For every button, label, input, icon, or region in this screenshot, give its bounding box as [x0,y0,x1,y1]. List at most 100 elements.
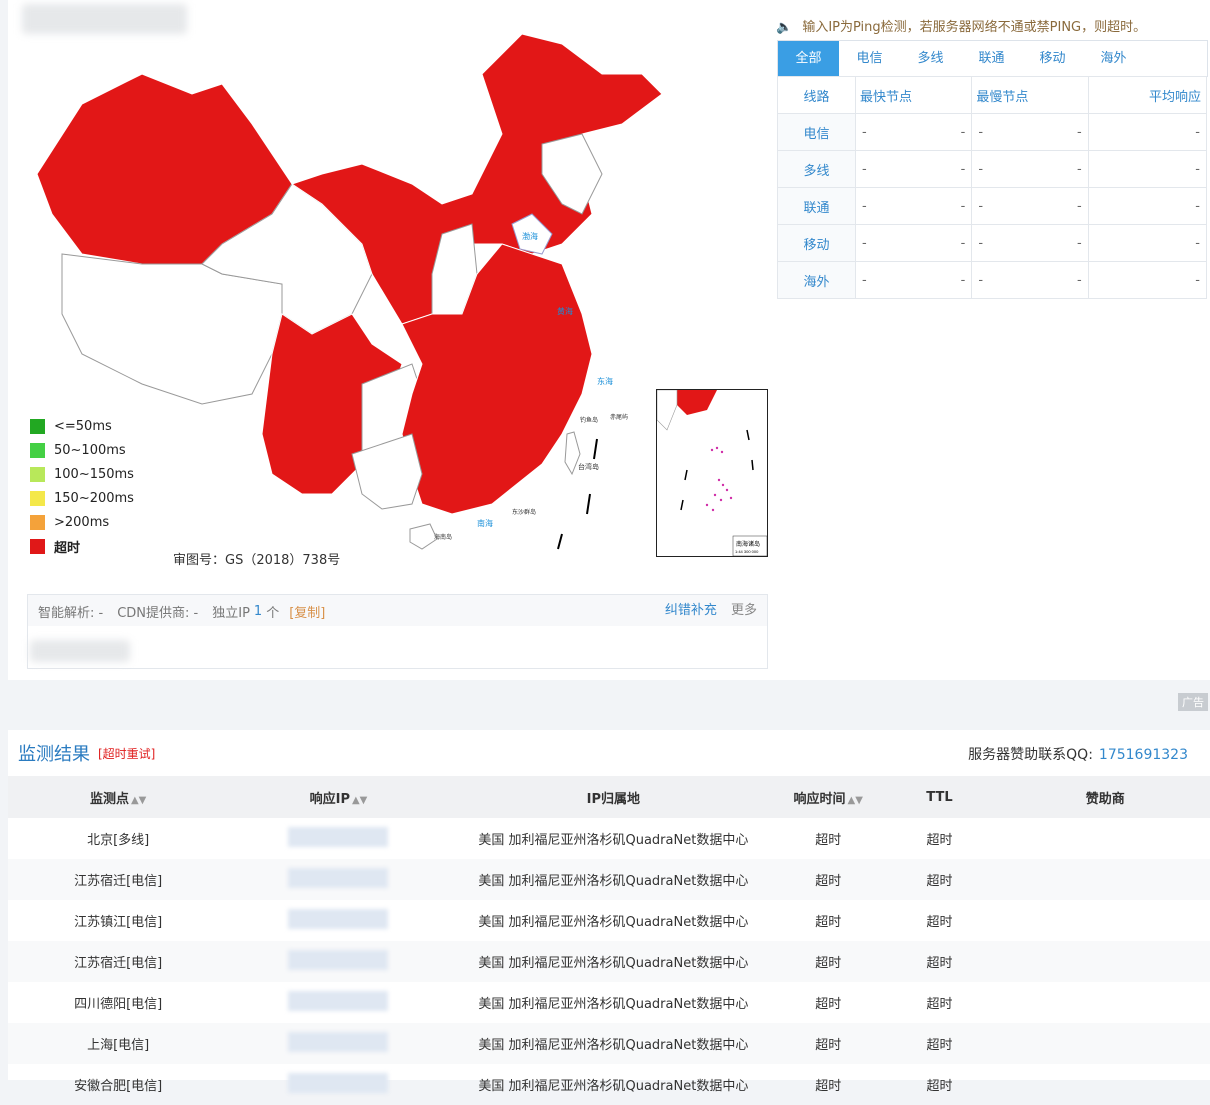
isp-tabs: 全部 电信 多线 联通 移动 海外 [777,40,1208,77]
result-table: 监测点 ▲▼ 响应IP ▲▼ IP归属地 响应时间 ▲▼ TTL 赞助商 北京[多线]… [8,776,1210,1105]
table-row: 上海[电信] 美国 加利福尼亚州洛杉矶QuadraNet数据中心 超时 超时 [8,1023,1210,1064]
sponsor-qq[interactable]: 1751691323 [1099,747,1188,763]
table-row: 四川德阳[电信] 美国 加利福尼亚州洛杉矶QuadraNet数据中心 超时 超时 [8,982,1210,1023]
response-ip [228,859,449,900]
response-ip [228,900,448,941]
legend-swatch [30,538,45,554]
blurred-ip [288,867,389,888]
stats-header-fastest: 最快节点 [854,76,973,114]
stats-header-average: 平均响应 [1087,76,1208,114]
sort-icon: ▲▼ [351,794,368,806]
sponsor [1001,818,1210,859]
stats-fastest: -- [854,224,973,262]
monitor-point: 江苏镇江[电信] [74,915,163,930]
stats-fastest: -- [854,113,973,151]
table-row: 北京[多线] 美国 加利福尼亚州洛杉矶QuadraNet数据中心 超时 超时 [8,818,1210,859]
ip-location: 美国 加利福尼亚州洛杉矶QuadraNet数据中心 [448,941,779,982]
sponsor-contact: 服务器赞助联系QQ: 1751691323 [968,744,1188,764]
stats-fastest: -- [854,187,973,225]
col-monitor-point[interactable]: 监测点 ▲▼ [8,776,229,818]
monitor-point: 安徽合肥[电信] [74,1079,163,1094]
retry-timeout-button[interactable]: [超时重试] [98,745,155,762]
response-time: 超时 [815,915,842,930]
isp-tab-0[interactable]: 全部 [778,41,839,77]
monitor-point: 江苏宿迁[电信] [8,859,229,900]
monitor-point: 四川德阳[电信] [74,997,163,1012]
isp-tab-2[interactable]: 多线 [900,41,961,77]
ip-location: 美国 加利福尼亚州洛杉矶QuadraNet数据中心 [478,915,749,930]
isp-tab-4[interactable]: 移动 [1022,41,1083,77]
table-row: 江苏宿迁[电信] 美国 加利福尼亚州洛杉矶QuadraNet数据中心 超时 超时 [8,859,1210,900]
sponsor [1001,1064,1210,1105]
col-ip-location: IP归属地 [448,776,779,818]
ip-location: 美国 加利福尼亚州洛杉矶QuadraNet数据中心 [448,859,779,900]
inset-mainland [677,390,717,415]
inset-title: 南海诸岛 [736,540,760,548]
stats-average: - [1087,224,1208,262]
unique-ip-unit: 个 [266,605,280,621]
map-approval-number: 审图号：GS（2018）738号 [173,553,341,568]
stats-line: 电信 [777,113,856,151]
stats-slowest: -- [971,113,1089,151]
response-time: 超时 [778,859,879,900]
response-time: 超时 [815,997,842,1012]
col-response-time[interactable]: 响应时间 ▲▼ [778,776,879,818]
unique-ip-label: 独立IP [212,605,250,621]
smart-resolve: 智能解析: - [38,605,104,621]
more-link[interactable]: 更多 [731,603,757,618]
stats-line: 多线 [777,150,856,188]
isp-tab-3[interactable]: 联通 [961,41,1022,77]
sponsor [1000,941,1210,982]
map-label-yellow-sea: 黄海 [557,306,573,316]
south-china-sea-inset: 南海诸岛 1:44 300 000 [656,389,768,557]
report-error-link[interactable]: 纠错补充 [665,603,717,618]
stats-header-slowest: 最慢节点 [971,76,1089,114]
col-sponsor: 赞助商 [1000,776,1210,818]
ip-location: 美国 加利福尼亚州洛杉矶QuadraNet数据中心 [478,997,749,1012]
stats-row: 多线 - - - - - [777,150,1208,188]
stats-slowest: -- [971,261,1089,299]
isp-tab-1[interactable]: 电信 [839,41,900,77]
result-header: 监测结果 [超时重试] 服务器赞助联系QQ: 1751691323 [8,730,1210,776]
dns-info-bar: 智能解析: - CDN提供商: - 独立IP 1 个 [复制] 纠错补充 更多 [27,594,768,628]
notice-text: 输入IP为Ping检测，若服务器网络不通或禁PING，则超时。 [802,20,1147,35]
legend-label: 150~200ms [54,490,134,506]
unique-ip-count: 1 [253,603,263,619]
map-label-hainan: 海南岛 [434,533,452,541]
stats-row: 海外 - - - - - [777,261,1208,299]
blurred-ip [288,1031,389,1052]
isp-tab-5[interactable]: 海外 [1083,41,1144,77]
stats-line: 联通 [777,187,856,225]
legend-item: <=50ms [30,414,134,438]
dns-actions: 纠错补充 更多 [665,595,757,627]
legend-swatch [30,418,45,434]
ttl: 超时 [878,941,1001,982]
table-row: 江苏宿迁[电信] 美国 加利福尼亚州洛杉矶QuadraNet数据中心 超时 超时 [8,941,1210,982]
sponsor [1000,859,1210,900]
response-time: 超时 [778,941,879,982]
legend-item: 100~150ms [30,462,134,486]
blurred-ip [288,1072,389,1093]
ttl: 超时 [878,859,1001,900]
response-ip [228,1023,449,1064]
line-stats-table: 线路 最快节点 最慢节点 平均响应 电信 - - - - - 多线 - - - - - 联通 - - - - - 移… [777,76,1208,299]
blurred-ip [288,990,389,1011]
ad-badge[interactable]: 广告 [1178,693,1208,711]
ttl: 超时 [926,1079,953,1094]
response-ip [228,941,449,982]
table-row: 江苏镇江[电信] 美国 加利福尼亚州洛杉矶QuadraNet数据中心 超时 超时 [8,900,1210,941]
ip-location: 美国 加利福尼亚州洛杉矶QuadraNet数据中心 [478,1079,749,1094]
ttl: 超时 [926,833,953,848]
response-ip [228,818,448,859]
copy-button[interactable]: [复制] [289,602,325,621]
legend-swatch [30,514,45,530]
col-response-ip[interactable]: 响应IP ▲▼ [228,776,449,818]
result-title: 监测结果 [18,744,90,765]
monitor-point: 上海[电信] [8,1023,229,1064]
blurred-ip [288,908,389,929]
latency-legend: <=50ms 50~100ms 100~150ms 150~200ms >200ms 超时 [30,414,134,558]
stats-header-line: 线路 [777,76,856,114]
map-label-south-sea: 南海 [477,518,493,528]
response-time: 超时 [815,1079,842,1094]
response-time: 超时 [815,833,842,848]
